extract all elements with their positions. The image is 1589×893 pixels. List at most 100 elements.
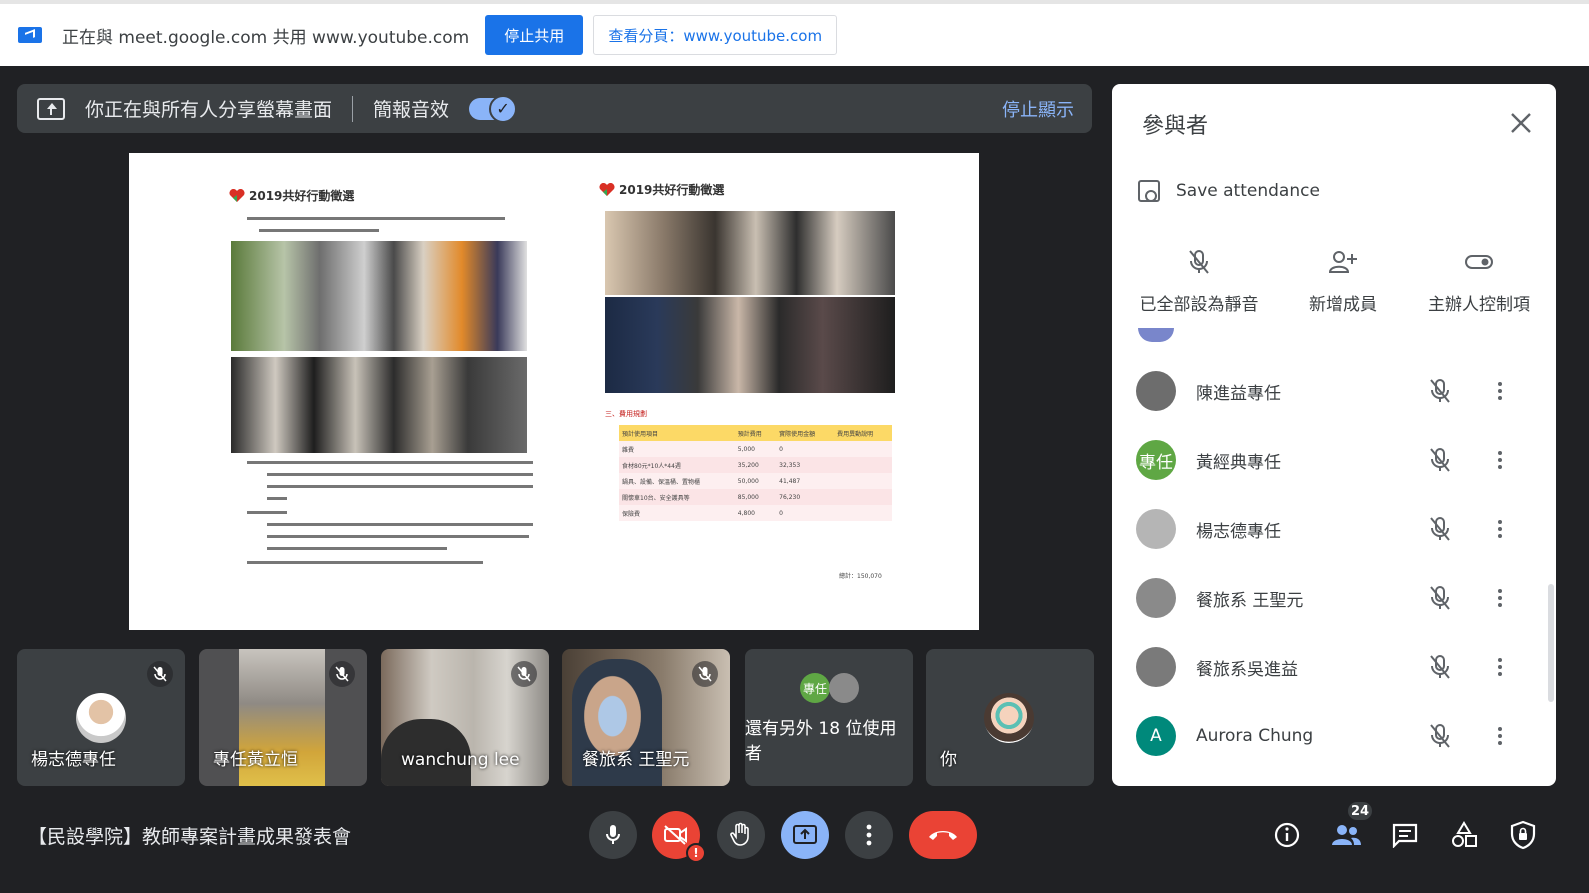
participant-tile[interactable]: wanchung lee — [381, 649, 549, 786]
camera-button[interactable]: ! — [652, 811, 706, 863]
budget-cell: 保險費 — [622, 510, 641, 518]
people-icon — [1332, 825, 1361, 845]
more-vert-icon[interactable] — [1484, 727, 1516, 745]
mic-off-icon[interactable] — [1424, 653, 1456, 681]
avatar: 專任 — [1136, 440, 1176, 480]
self-tile[interactable]: 你 — [926, 649, 1094, 786]
avatar — [76, 693, 126, 743]
avatar — [829, 673, 859, 703]
raise-hand-button[interactable] — [717, 811, 765, 859]
participant-name: 餐旅系 王聖元 — [1196, 590, 1304, 611]
avatar — [1136, 371, 1176, 411]
mic-off-icon[interactable] — [1424, 584, 1456, 612]
more-vert-icon[interactable] — [1484, 658, 1516, 676]
mic-off-icon — [147, 661, 173, 687]
present-screen-icon — [793, 825, 817, 844]
mic-off-icon[interactable] — [1424, 515, 1456, 543]
heart-logo-icon — [229, 188, 245, 202]
stop-presenting-link[interactable]: 停止顯示 — [1002, 96, 1074, 122]
participant-tile[interactable]: 楊志德專任 — [17, 649, 185, 786]
slide-section-label: 三、費用規劃 — [605, 410, 647, 418]
budget-cell — [834, 489, 892, 505]
camera-off-icon — [664, 825, 687, 845]
slide-text-line — [247, 461, 533, 464]
slide-text-line — [267, 547, 447, 550]
budget-cell: 4,800 — [737, 509, 755, 517]
mic-off-icon[interactable] — [1424, 446, 1456, 474]
budget-cell: 35,200 — [737, 461, 759, 469]
more-options-button[interactable] — [845, 811, 893, 859]
more-vert-icon[interactable] — [1484, 451, 1516, 469]
shapes-icon — [1452, 821, 1477, 847]
host-controls-action[interactable]: 主辦人控制項 — [1422, 244, 1536, 315]
participant-row[interactable]: 陳進益專任 — [1136, 366, 1536, 416]
microphone-button[interactable] — [589, 811, 637, 859]
host-controls-button[interactable] — [1506, 818, 1540, 852]
budget-cell — [834, 473, 892, 489]
view-tab-button[interactable]: 查看分頁：www.youtube.com — [593, 15, 838, 55]
budget-cell: 41,487 — [779, 477, 801, 485]
more-vert-icon[interactable] — [1484, 382, 1516, 400]
participant-row[interactable]: A Aurora Chung — [1136, 711, 1536, 761]
chat-button[interactable] — [1388, 818, 1422, 852]
presentation-audio-toggle[interactable]: ✓ — [469, 94, 518, 123]
more-vert-icon[interactable] — [1484, 520, 1516, 538]
hang-up-icon — [929, 831, 957, 840]
meeting-details-button[interactable] — [1270, 818, 1304, 852]
avatar: A — [1136, 716, 1176, 756]
participant-row[interactable]: 餐旅系吳進益 — [1136, 642, 1536, 692]
tile-name: 餐旅系 王聖元 — [582, 750, 690, 770]
budget-cell: 0 — [779, 509, 783, 517]
meeting-title: 【民設學院】教師專案計畫成果發表會 — [28, 826, 352, 848]
slide-right-header-text: 2019共好行動徵選 — [619, 183, 725, 197]
participants-button[interactable] — [1329, 818, 1363, 852]
participant-tile[interactable]: 專任黃立恒 — [199, 649, 367, 786]
toggle-icon — [1465, 255, 1493, 269]
heart-logo-icon — [599, 182, 615, 196]
panel-scrollbar[interactable] — [1548, 584, 1554, 702]
host-controls-label: 主辦人控制項 — [1428, 295, 1530, 315]
close-icon[interactable] — [1508, 110, 1534, 136]
mic-icon — [606, 825, 620, 844]
participant-row[interactable]: 餐旅系 王聖元 — [1136, 573, 1536, 623]
participant-row[interactable]: 楊志德專任 — [1136, 504, 1536, 554]
participants-panel: 參與者 Save attendance 已全部設為靜音 新增成員 主辦人控制項 … — [1112, 84, 1556, 786]
budget-cell: 預計費用 — [737, 430, 762, 438]
slide-text-line — [267, 523, 533, 526]
participant-tile[interactable]: 餐旅系 王聖元 — [562, 649, 730, 786]
budget-cell: 0 — [779, 445, 783, 453]
add-people-button[interactable]: 新增成員 — [1302, 244, 1384, 315]
mute-all-button[interactable]: 已全部設為靜音 — [1136, 244, 1262, 315]
slide-text-line — [267, 497, 287, 500]
avatar — [1138, 328, 1174, 342]
budget-row: 預計使用項目 預計費用 實際使用金額 費用異動說明 — [619, 425, 892, 441]
save-icon — [1138, 180, 1160, 202]
slide-text-line — [247, 217, 505, 220]
mic-off-icon — [329, 661, 355, 687]
mic-off-icon[interactable] — [1424, 722, 1456, 750]
avatar — [1136, 578, 1176, 618]
add-person-icon — [1328, 251, 1357, 273]
participant-name: 黃經典專任 — [1196, 452, 1281, 473]
presentation-audio-label: 簡報音效 — [373, 99, 450, 121]
slide-photo — [605, 297, 895, 393]
leave-call-button[interactable] — [909, 811, 977, 859]
participant-name: 餐旅系吳進益 — [1196, 659, 1298, 680]
shield-lock-icon — [1510, 820, 1536, 850]
tile-name: wanchung lee — [401, 750, 520, 770]
participant-row[interactable]: 專任 黃經典專任 — [1136, 435, 1536, 485]
others-tile[interactable]: 專任 還有另外 18 位使用者 — [745, 649, 913, 786]
presenting-banner: 你正在與所有人分享螢幕畫面 簡報音效 ✓ 停止顯示 — [17, 84, 1092, 133]
more-vert-icon[interactable] — [1484, 589, 1516, 607]
save-attendance-button[interactable]: Save attendance — [1138, 180, 1320, 202]
avatar — [1136, 509, 1176, 549]
check-icon: ✓ — [489, 94, 518, 123]
activities-button[interactable] — [1447, 818, 1481, 852]
slide-text-line — [267, 485, 533, 488]
mic-off-icon[interactable] — [1424, 377, 1456, 405]
mic-off-icon — [692, 661, 718, 687]
present-now-button[interactable] — [781, 811, 829, 859]
budget-row: 食材80元*10人*44週 35,200 32,353 — [619, 457, 892, 473]
budget-cell: 5,000 — [737, 445, 755, 453]
stop-sharing-button[interactable]: 停止共用 — [485, 15, 584, 55]
